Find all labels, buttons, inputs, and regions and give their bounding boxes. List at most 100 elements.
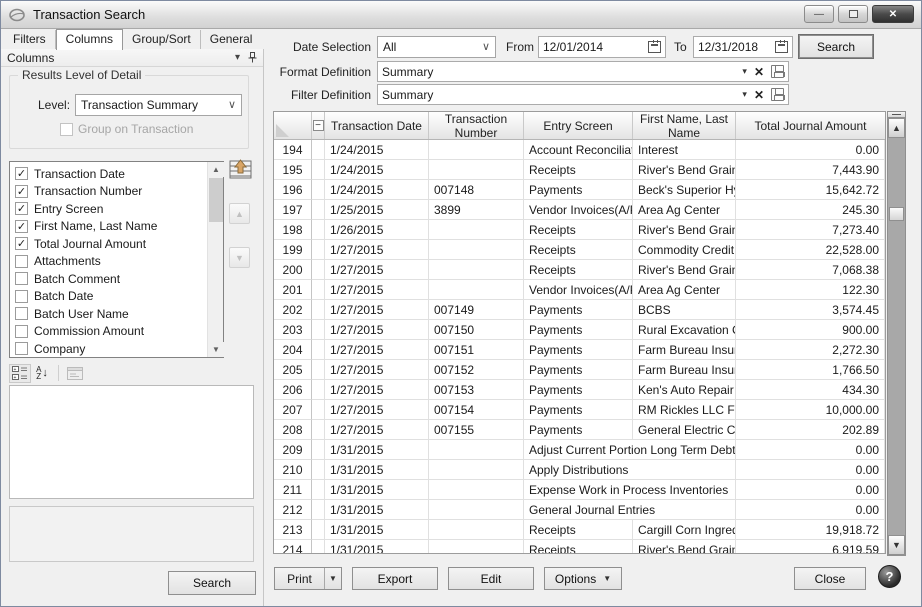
dropdown-arrow-icon[interactable]: ▾ (742, 66, 747, 77)
cell-first-last-name[interactable]: RM Rickles LLC Futures (633, 400, 736, 420)
cell-transaction-number[interactable]: 007151 (429, 340, 524, 360)
cell-entry-screen[interactable]: Vendor Invoices(A/P) (524, 200, 633, 220)
table-row-202[interactable]: 2021/27/2015007149PaymentsBCBS3,574.45 (274, 300, 885, 320)
scrollbar-thumb[interactable] (209, 178, 223, 222)
cell-transaction-number[interactable]: 3899 (429, 200, 524, 220)
row-indicator[interactable] (312, 420, 325, 440)
checkbox[interactable] (15, 307, 28, 320)
row-number[interactable]: 209 (274, 440, 312, 460)
column-option-entry-screen[interactable]: ✓Entry Screen (15, 200, 205, 218)
cell-transaction-number[interactable]: 007155 (429, 420, 524, 440)
row-indicator[interactable] (312, 440, 325, 460)
cell-transaction-number[interactable]: 007148 (429, 180, 524, 200)
row-number[interactable]: 212 (274, 500, 312, 520)
cell-entry-screen[interactable]: Receipts (524, 260, 633, 280)
checkbox[interactable]: ✓ (15, 220, 28, 233)
table-row-211[interactable]: 2111/31/2015Expense Work in Process Inve… (274, 480, 885, 500)
clear-icon[interactable]: ✕ (754, 88, 764, 102)
table-row-195[interactable]: 1951/24/2015ReceiptsRiver's Bend Grain C… (274, 160, 885, 180)
row-number[interactable]: 198 (274, 220, 312, 240)
header-first-last-name[interactable]: First Name, Last Name (633, 112, 736, 139)
row-indicator[interactable] (312, 480, 325, 500)
row-indicator[interactable] (312, 160, 325, 180)
cell-total-journal-amount[interactable]: 10,000.00 (736, 400, 885, 420)
column-option-first-name-last-name[interactable]: ✓First Name, Last Name (15, 218, 205, 236)
cell-entry-screen[interactable]: Apply Distributions (524, 460, 736, 480)
scroll-down-icon[interactable]: ▼ (888, 535, 905, 555)
collapse-icon[interactable]: − (313, 120, 324, 131)
cell-entry-screen[interactable]: Account Reconciliation (524, 140, 633, 160)
row-indicator[interactable] (312, 520, 325, 540)
cell-first-last-name[interactable]: River's Bend Grain Comp (633, 260, 736, 280)
options-button[interactable]: Options ▼ (544, 567, 622, 590)
cell-total-journal-amount[interactable]: 245.30 (736, 200, 885, 220)
left-search-button[interactable]: Search (168, 571, 256, 595)
row-number[interactable]: 204 (274, 340, 312, 360)
calendar-icon[interactable] (775, 41, 788, 53)
categorized-view-icon[interactable]: + + (9, 364, 31, 383)
table-scrollbar[interactable]: ▲ ▼ (887, 111, 906, 556)
cell-entry-screen[interactable]: Receipts (524, 540, 633, 554)
cell-total-journal-amount[interactable]: 434.30 (736, 380, 885, 400)
row-number[interactable]: 196 (274, 180, 312, 200)
cell-total-journal-amount[interactable]: 15,642.72 (736, 180, 885, 200)
cell-first-last-name[interactable]: River's Bend Grain Comp (633, 540, 736, 554)
level-select[interactable]: Transaction Summary ∨ (75, 94, 242, 116)
column-option-transaction-number[interactable]: ✓Transaction Number (15, 183, 205, 201)
cell-first-last-name[interactable]: Beck's Superior Hybrids (633, 180, 736, 200)
row-indicator[interactable] (312, 220, 325, 240)
row-indicator[interactable] (312, 540, 325, 554)
move-up-button[interactable]: ▲ (229, 203, 250, 224)
row-number[interactable]: 214 (274, 540, 312, 554)
cell-total-journal-amount[interactable]: 122.30 (736, 280, 885, 300)
table-row-207[interactable]: 2071/27/2015007154PaymentsRM Rickles LLC… (274, 400, 885, 420)
cell-total-journal-amount[interactable]: 0.00 (736, 440, 885, 460)
calendar-icon[interactable] (648, 41, 661, 53)
table-row-208[interactable]: 2081/27/2015007155PaymentsGeneral Electr… (274, 420, 885, 440)
cell-transaction-date[interactable]: 1/27/2015 (325, 240, 429, 260)
cell-entry-screen[interactable]: Receipts (524, 520, 633, 540)
row-number[interactable]: 199 (274, 240, 312, 260)
cell-transaction-number[interactable] (429, 240, 524, 260)
chevron-down-icon[interactable]: ▾ (235, 52, 240, 63)
pin-icon[interactable] (248, 52, 257, 63)
cell-total-journal-amount[interactable]: 3,574.45 (736, 300, 885, 320)
row-indicator[interactable] (312, 280, 325, 300)
row-number[interactable]: 194 (274, 140, 312, 160)
table-row-203[interactable]: 2031/27/2015007150PaymentsRural Excavati… (274, 320, 885, 340)
table-row-197[interactable]: 1971/25/20153899Vendor Invoices(A/P)Area… (274, 200, 885, 220)
column-option-batch-user-name[interactable]: Batch User Name (15, 305, 205, 323)
cell-first-last-name[interactable]: Interest (633, 140, 736, 160)
cell-transaction-number[interactable] (429, 540, 524, 554)
cell-transaction-date[interactable]: 1/27/2015 (325, 360, 429, 380)
cell-total-journal-amount[interactable]: 7,443.90 (736, 160, 885, 180)
tab-general[interactable]: General (201, 30, 262, 49)
cell-transaction-number[interactable] (429, 460, 524, 480)
print-button[interactable]: Print (275, 568, 324, 589)
cell-transaction-number[interactable] (429, 260, 524, 280)
cell-transaction-number[interactable] (429, 280, 524, 300)
cell-entry-screen[interactable]: Payments (524, 180, 633, 200)
save-icon[interactable] (771, 88, 784, 101)
row-indicator[interactable] (312, 500, 325, 520)
table-row-199[interactable]: 1991/27/2015ReceiptsCommodity Credit Cor… (274, 240, 885, 260)
scroll-up-icon[interactable]: ▲ (888, 118, 905, 138)
collapse-all-cell[interactable]: − (312, 112, 325, 139)
row-indicator[interactable] (312, 460, 325, 480)
checklist-scrollbar[interactable]: ▲ ▼ (207, 162, 223, 357)
cell-transaction-number[interactable]: 007149 (429, 300, 524, 320)
cell-first-last-name[interactable]: Ken's Auto Repair (633, 380, 736, 400)
cell-entry-screen[interactable]: Payments (524, 380, 633, 400)
row-number[interactable]: 211 (274, 480, 312, 500)
table-row-210[interactable]: 2101/31/2015Apply Distributions0.00 (274, 460, 885, 480)
table-row-213[interactable]: 2131/31/2015ReceiptsCargill Corn Ingredi… (274, 520, 885, 540)
cell-first-last-name[interactable]: Area Ag Center (633, 200, 736, 220)
tab-columns[interactable]: Columns (56, 29, 123, 50)
cell-entry-screen[interactable]: Payments (524, 320, 633, 340)
cell-first-last-name[interactable]: Rural Excavation Compa (633, 320, 736, 340)
checkbox[interactable] (15, 325, 28, 338)
print-split-button[interactable]: Print ▼ (274, 567, 342, 590)
table-row-212[interactable]: 2121/31/2015General Journal Entries0.00 (274, 500, 885, 520)
cell-transaction-date[interactable]: 1/27/2015 (325, 300, 429, 320)
columns-checklist[interactable]: ✓Transaction Date✓Transaction Number✓Ent… (9, 161, 224, 358)
